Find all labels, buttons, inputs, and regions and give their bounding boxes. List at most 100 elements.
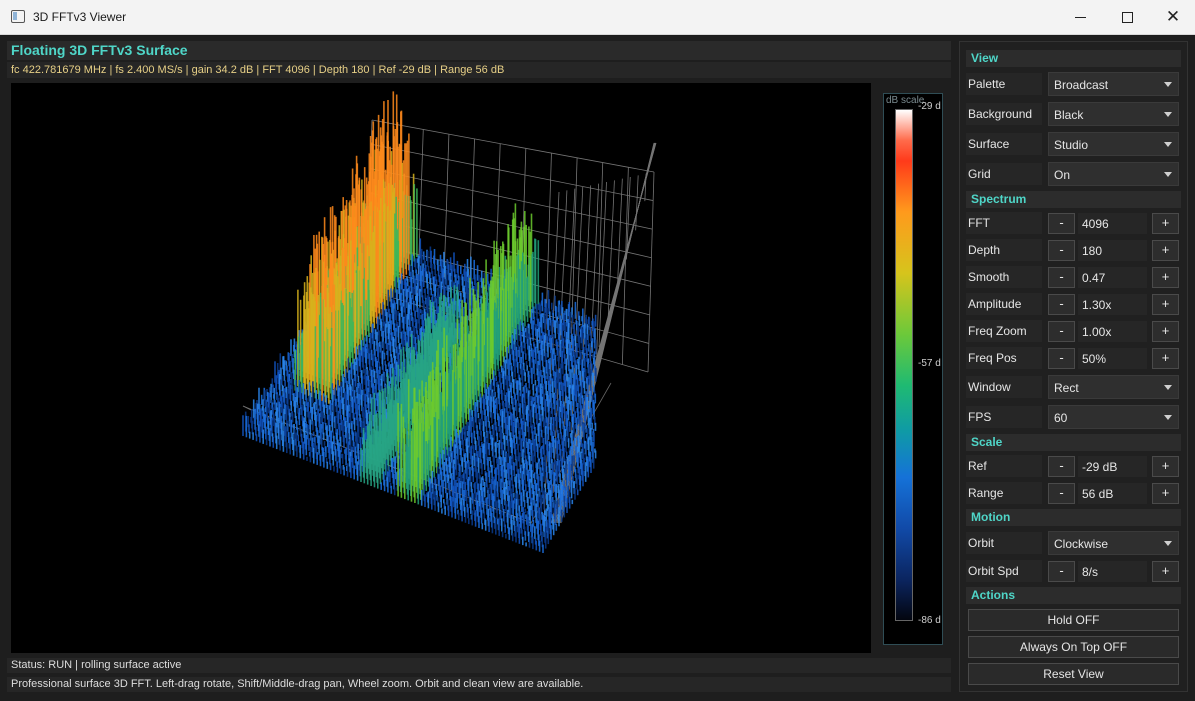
grid-select[interactable]: On [1048, 162, 1179, 186]
fft-label-text: FFT [968, 216, 990, 230]
section-actions-title: Actions [971, 588, 1016, 602]
grid-label: Grid [966, 163, 1042, 185]
range-increment-button[interactable]: + [1152, 483, 1179, 504]
range-label: Range [966, 482, 1042, 504]
background-label: Background [966, 103, 1042, 125]
palette-select[interactable]: Broadcast [1048, 72, 1179, 96]
orbit-spd-value: 8/s [1082, 565, 1099, 579]
ref-decrement-button[interactable]: - [1048, 456, 1075, 477]
ref-increment-button[interactable]: + [1152, 456, 1179, 477]
status-text: Status: RUN | rolling surface active [11, 659, 182, 671]
chevron-down-icon [1164, 172, 1172, 177]
section-actions: Actions [966, 587, 1181, 604]
amplitude-value-field[interactable]: 1.30x [1078, 294, 1147, 315]
orbit-spd-decrement-button[interactable]: - [1048, 561, 1075, 582]
smooth-decrement-button[interactable]: - [1048, 267, 1075, 288]
window-title: 3D FFTv3 Viewer [33, 10, 127, 24]
grid-label-text: Grid [968, 167, 991, 181]
amplitude-increment-button[interactable]: + [1152, 294, 1179, 315]
depth-increment-button[interactable]: + [1152, 240, 1179, 261]
depth-label-text: Depth [968, 243, 1001, 257]
maximize-icon [1121, 11, 1133, 23]
smooth-value: 0.47 [1082, 271, 1106, 285]
depth-value: 180 [1082, 244, 1103, 258]
surface-value: Studio [1054, 138, 1089, 152]
range-label-text: Range [968, 486, 1004, 500]
window-label-text: Window [968, 380, 1011, 394]
section-view: View [966, 50, 1181, 67]
ref-label: Ref [966, 455, 1042, 477]
app-icon [11, 10, 25, 23]
fft-value-field[interactable]: 4096 [1078, 213, 1147, 234]
chevron-down-icon [1164, 385, 1172, 390]
freq-zoom-decrement-button[interactable]: - [1048, 321, 1075, 342]
window-titlebar: 3D FFTv3 Viewer ✕ [0, 0, 1195, 35]
ref-value: -29 dB [1082, 460, 1118, 474]
surface-select[interactable]: Studio [1048, 132, 1179, 156]
smooth-label-text: Smooth [968, 270, 1010, 284]
range-value-field[interactable]: 56 dB [1078, 483, 1147, 504]
fps-label: FPS [966, 406, 1042, 428]
reset-view-button[interactable]: Reset View [968, 663, 1179, 685]
depth-decrement-button[interactable]: - [1048, 240, 1075, 261]
orbit-label: Orbit [966, 532, 1042, 554]
close-button[interactable]: ✕ [1150, 0, 1195, 34]
hint-bar: Professional surface 3D FFT. Left-drag r… [7, 677, 951, 692]
grid-value: On [1054, 168, 1071, 182]
smooth-value-field[interactable]: 0.47 [1078, 267, 1147, 288]
fft-increment-button[interactable]: + [1152, 213, 1179, 234]
freq-zoom-value-field[interactable]: 1.00x [1078, 321, 1147, 342]
fft-value: 4096 [1082, 217, 1109, 231]
section-view-title: View [971, 51, 999, 65]
window-label: Window [966, 376, 1042, 398]
radio-info-text: fc 422.781679 MHz | fs 2.400 MS/s | gain… [11, 64, 505, 76]
chevron-down-icon [1164, 541, 1172, 546]
background-value: Black [1054, 108, 1084, 122]
smooth-label: Smooth [966, 266, 1042, 288]
fps-select[interactable]: 60 [1048, 405, 1179, 429]
main-area: Floating 3D FFTv3 Surface fc 422.781679 … [0, 36, 1195, 701]
freq-pos-decrement-button[interactable]: - [1048, 348, 1075, 369]
section-spectrum-title: Spectrum [971, 192, 1027, 206]
range-decrement-button[interactable]: - [1048, 483, 1075, 504]
fft-decrement-button[interactable]: - [1048, 213, 1075, 234]
orbit-spd-label: Orbit Spd [966, 560, 1042, 582]
amplitude-value: 1.30x [1082, 298, 1112, 312]
maximize-button[interactable] [1104, 0, 1150, 34]
page-title: Floating 3D FFTv3 Surface [11, 42, 188, 58]
chevron-down-icon [1164, 142, 1172, 147]
hold-button[interactable]: Hold OFF [968, 609, 1179, 631]
background-select[interactable]: Black [1048, 102, 1179, 126]
orbit-spd-value-field[interactable]: 8/s [1078, 561, 1147, 582]
section-scale: Scale [966, 434, 1181, 451]
orbit-spd-increment-button[interactable]: + [1152, 561, 1179, 582]
palette-value: Broadcast [1054, 78, 1109, 92]
chevron-down-icon [1164, 82, 1172, 87]
window-select[interactable]: Rect [1048, 375, 1179, 399]
orbit-label-text: Orbit [968, 536, 995, 550]
fft-3d-viewport[interactable] [11, 83, 871, 653]
freq-pos-value-field[interactable]: 50% [1078, 348, 1147, 369]
depth-value-field[interactable]: 180 [1078, 240, 1147, 261]
orbit-select[interactable]: Clockwise [1048, 531, 1179, 555]
ref-value-field[interactable]: -29 dB [1078, 456, 1147, 477]
fps-label-text: FPS [968, 410, 992, 424]
freq-pos-value: 50% [1082, 352, 1107, 366]
background-label-text: Background [968, 107, 1033, 121]
surface-spikes [242, 91, 597, 553]
close-icon: ✕ [1165, 7, 1181, 26]
smooth-increment-button[interactable]: + [1152, 267, 1179, 288]
surface-label: Surface [966, 133, 1042, 155]
db-scale-mid-tick: -57 d [918, 358, 941, 369]
freq-pos-increment-button[interactable]: + [1152, 348, 1179, 369]
always-on-top-button[interactable]: Always On Top OFF [968, 636, 1179, 658]
freq-zoom-increment-button[interactable]: + [1152, 321, 1179, 342]
radio-info-bar: fc 422.781679 MHz | fs 2.400 MS/s | gain… [7, 62, 951, 78]
surface-label-text: Surface [968, 137, 1010, 151]
ref-label-text: Ref [968, 459, 987, 473]
fft-surface-plot[interactable] [11, 83, 871, 653]
amplitude-decrement-button[interactable]: - [1048, 294, 1075, 315]
section-motion: Motion [966, 509, 1181, 526]
minimize-button[interactable] [1057, 0, 1103, 34]
db-scale-bottom-tick: -86 d [918, 615, 941, 626]
